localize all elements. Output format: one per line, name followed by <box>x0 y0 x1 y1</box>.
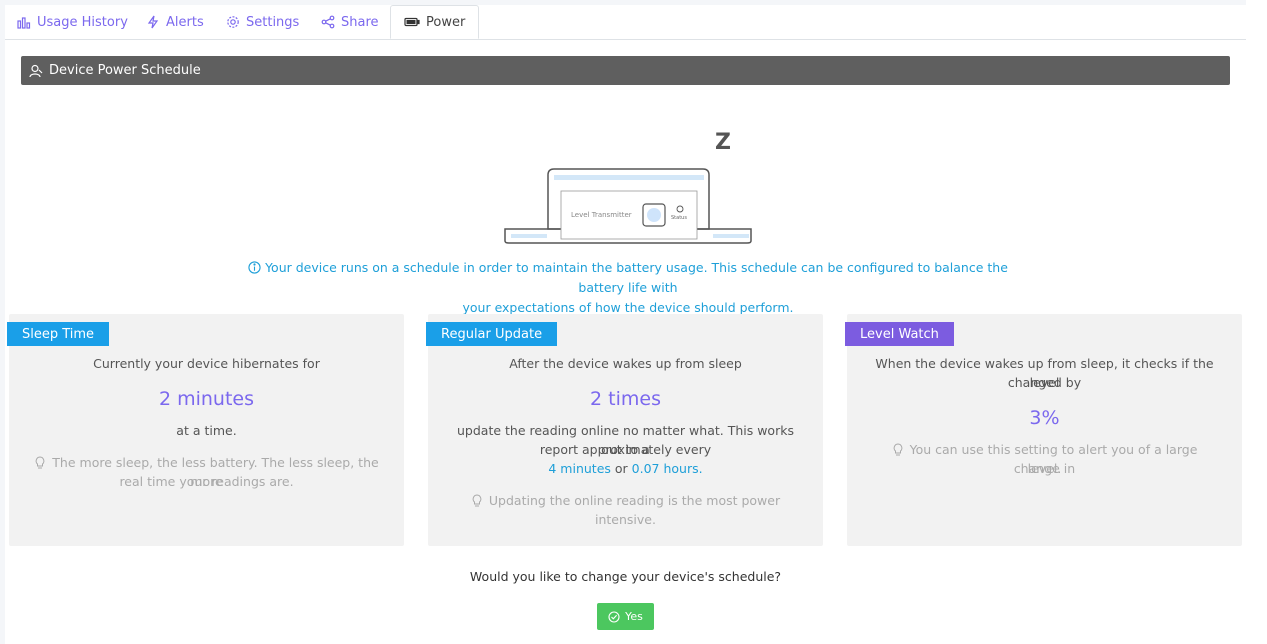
yes-button[interactable]: Yes <box>597 603 654 630</box>
scrollbar-gutter <box>1246 0 1267 644</box>
lightbulb-icon <box>472 494 482 507</box>
tab-share[interactable]: Share <box>321 5 379 39</box>
user-icon <box>29 64 43 77</box>
check-circle-icon <box>608 610 620 623</box>
level-watch-card: Level Watch When the device wakes up fro… <box>845 314 1242 546</box>
level-intro-2: changed by <box>1007 375 1082 390</box>
level-hint-2: level. <box>1027 461 1062 476</box>
tab-label: Power <box>426 14 466 30</box>
update-intro: After the device wakes up from sleep <box>509 356 742 371</box>
update-value: 2 times <box>590 388 661 410</box>
section-header: Device Power Schedule <box>21 56 1230 85</box>
section-title: Device Power Schedule <box>49 63 201 78</box>
lightning-icon <box>147 15 159 29</box>
info-icon <box>248 261 261 274</box>
page: Usage History Alerts Settings Share Powe… <box>5 5 1246 644</box>
tab-label: Settings <box>246 14 300 30</box>
device-label: Level Transmitter <box>571 211 632 219</box>
tab-label: Alerts <box>166 14 204 30</box>
yes-button-label: Yes <box>625 610 643 623</box>
info-line-1: Your device runs on a schedule in order … <box>265 260 1008 295</box>
schedule-info: Your device runs on a schedule in order … <box>225 258 1031 318</box>
sleep-after: at a time. <box>176 423 237 438</box>
sleep-value: 2 minutes <box>158 388 255 410</box>
update-hours: 0.07 hours. <box>631 461 703 476</box>
sleep-time-label: Sleep Time <box>7 322 110 346</box>
share-icon <box>321 15 335 29</box>
sleep-hint-2: real time your readings are. <box>119 474 294 489</box>
bar-chart-icon <box>17 17 31 29</box>
status-label: Status <box>671 215 687 221</box>
gear-icon <box>227 16 239 28</box>
change-schedule-question: Would you like to change your device's s… <box>469 569 782 584</box>
lightbulb-icon <box>35 456 45 469</box>
update-hint: Updating the online reading is the most … <box>448 491 803 529</box>
regular-update-label: Regular Update <box>426 322 558 346</box>
battery-icon <box>404 17 420 27</box>
level-value: 3% <box>1029 407 1060 429</box>
level-watch-label: Level Watch <box>845 322 954 346</box>
sleeping-device-illustration: Level Transmitter Status <box>504 168 752 244</box>
update-minutes: 4 minutes <box>548 461 611 476</box>
sleep-time-card: Sleep Time Currently your device hiberna… <box>7 314 404 546</box>
update-interval: 4 minutes or 0.07 hours. <box>448 459 803 478</box>
tab-label: Share <box>341 14 379 30</box>
sleep-intro: Currently your device hibernates for <box>93 356 320 371</box>
update-hint-text: Updating the online reading is the most … <box>488 493 781 527</box>
tab-power[interactable]: Power <box>390 5 480 39</box>
regular-update-card: Regular Update After the device wakes up… <box>426 314 823 546</box>
lightbulb-icon <box>893 443 902 456</box>
update-or: or <box>614 461 628 476</box>
update-desc-2: report approximately every <box>539 442 712 457</box>
tab-settings[interactable]: Settings <box>226 5 299 39</box>
tab-alerts[interactable]: Alerts <box>146 5 204 39</box>
tab-usage-history[interactable]: Usage History <box>17 5 128 39</box>
tab-bar: Usage History Alerts Settings Share Powe… <box>5 5 1246 40</box>
tab-label: Usage History <box>37 14 128 30</box>
